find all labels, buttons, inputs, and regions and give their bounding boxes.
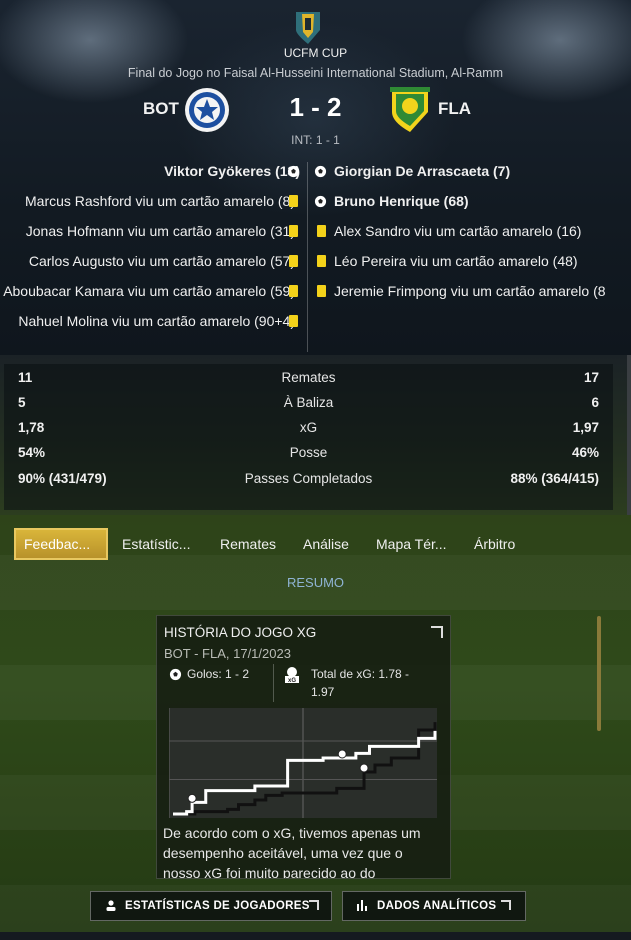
away-event-card: Alex Sandro viu um cartão amarelo (16) <box>334 223 582 239</box>
xg-chart <box>168 708 437 818</box>
yellow-card-icon <box>317 255 326 267</box>
scroll-edge <box>627 355 631 515</box>
stat-label: À Baliza <box>283 395 334 410</box>
goal-icon <box>314 195 327 208</box>
xg-total-stat: Total de xG: 1.78 - 1.97 <box>311 667 410 699</box>
goal-icon <box>314 165 327 178</box>
tab-heat-map[interactable]: Mapa Tér... <box>376 528 447 560</box>
away-crest-icon[interactable] <box>388 86 432 132</box>
bar-chart-icon <box>357 900 367 911</box>
away-event-card: Léo Pereira viu um cartão amarelo (48) <box>334 253 578 269</box>
stat-row-shots: Remates 11 17 <box>4 367 613 389</box>
goal-icon <box>287 165 300 178</box>
chart-grid <box>168 708 437 818</box>
analytics-button[interactable]: DADOS ANALÍTICOS <box>342 891 526 921</box>
goal-marker <box>187 793 197 803</box>
tab-analysis[interactable]: Análise <box>303 528 349 560</box>
home-xg-line <box>173 730 437 816</box>
tab-referee[interactable]: Árbitro <box>474 528 515 560</box>
player-stats-label: ESTATÍSTICAS DE JOGADORES <box>125 900 310 912</box>
tab-feedback[interactable]: Feedbac... <box>14 528 108 560</box>
events-divider <box>307 162 308 352</box>
yellow-card-icon <box>289 315 298 327</box>
svg-text:xG: xG <box>288 678 296 684</box>
stat-home-value: 11 <box>18 370 33 385</box>
yellow-card-icon <box>289 195 298 207</box>
competition-logo-icon <box>293 10 323 44</box>
card-divider <box>273 664 274 702</box>
yellow-card-icon <box>317 285 326 297</box>
stat-home-value: 54% <box>18 445 46 460</box>
home-event-card: Carlos Augusto viu um cartão amarelo (57… <box>28 253 295 269</box>
stat-label: xG <box>299 420 318 435</box>
stat-row-passes: Passes Completados 90% (431/479) 88% (36… <box>4 468 613 490</box>
stat-label: Posse <box>289 445 328 460</box>
goal-marker <box>359 763 369 773</box>
match-score: 1 - 2 <box>289 92 342 122</box>
card-subtitle: BOT - FLA, 17/1/2023 <box>164 646 291 661</box>
goals-stat: Golos: 1 - 2 <box>187 667 250 681</box>
competition-name: UCFM CUP <box>283 46 348 60</box>
yellow-card-icon <box>289 285 298 297</box>
xg-icon: xG <box>285 667 299 684</box>
home-event-card: Jonas Hofmann viu um cartão amarelo (31) <box>25 223 295 239</box>
away-event-card: Jeremie Frimpong viu um cartão amarelo (… <box>334 283 606 299</box>
expand-icon <box>309 900 319 910</box>
stat-away-value: 17 <box>583 370 599 385</box>
halftime-score: INT: 1 - 1 <box>291 133 340 147</box>
stat-home-value: 1,78 <box>18 420 45 435</box>
section-title: RESUMO <box>286 575 345 590</box>
away-event-goal: Bruno Henrique (68) <box>334 193 469 209</box>
home-event-card: Aboubacar Kamara viu um cartão amarelo (… <box>3 283 295 299</box>
stat-away-value: 1,97 <box>572 420 599 435</box>
home-event-goal: Viktor Gyökeres (13) <box>164 163 300 179</box>
away-xg-line <box>173 722 437 816</box>
venue-text: Final do Jogo no Faisal Al-Husseini Inte… <box>127 66 504 80</box>
expand-icon <box>501 900 511 910</box>
stat-away-value: 46% <box>571 445 599 460</box>
card-title: HISTÓRIA DO JOGO XG <box>164 625 317 640</box>
match-stats-panel: Remates 11 17 À Baliza 5 6 xG 1,78 1,97 … <box>4 364 613 510</box>
stat-row-on-target: À Baliza 5 6 <box>4 392 613 414</box>
yellow-card-icon <box>289 255 298 267</box>
stat-label: Remates <box>281 370 336 385</box>
goal-marker <box>337 749 347 759</box>
person-icon <box>106 900 116 911</box>
away-team-name[interactable]: FLA <box>438 99 471 119</box>
xg-story-card: HISTÓRIA DO JOGO XG BOT - FLA, 17/1/2023… <box>156 615 451 879</box>
yellow-card-icon <box>289 225 298 237</box>
stat-row-xg: xG 1,78 1,97 <box>4 417 613 439</box>
stat-away-value: 6 <box>591 395 599 410</box>
away-event-goal: Giorgian De Arrascaeta (7) <box>334 163 511 179</box>
card-description: De acordo com o xG, tivemos apenas um de… <box>163 825 421 879</box>
stat-row-possession: Posse 54% 46% <box>4 442 613 464</box>
stat-home-value: 5 <box>18 395 26 410</box>
yellow-card-icon <box>317 225 326 237</box>
expand-icon[interactable] <box>431 626 443 638</box>
scrollbar[interactable] <box>597 616 601 731</box>
home-event-card: Marcus Rashford viu um cartão amarelo (8… <box>25 193 295 209</box>
analytics-label: DADOS ANALÍTICOS <box>377 900 497 912</box>
stat-home-value: 90% (431/479) <box>18 471 107 486</box>
tab-statistics[interactable]: Estatístic... <box>122 528 190 560</box>
stat-away-value: 88% (364/415) <box>510 471 599 486</box>
player-stats-button[interactable]: ESTATÍSTICAS DE JOGADORES <box>90 891 332 921</box>
home-event-card: Nahuel Molina viu um cartão amarelo (90+… <box>18 313 295 329</box>
goal-icon <box>169 668 182 681</box>
tab-shots[interactable]: Remates <box>220 528 276 560</box>
